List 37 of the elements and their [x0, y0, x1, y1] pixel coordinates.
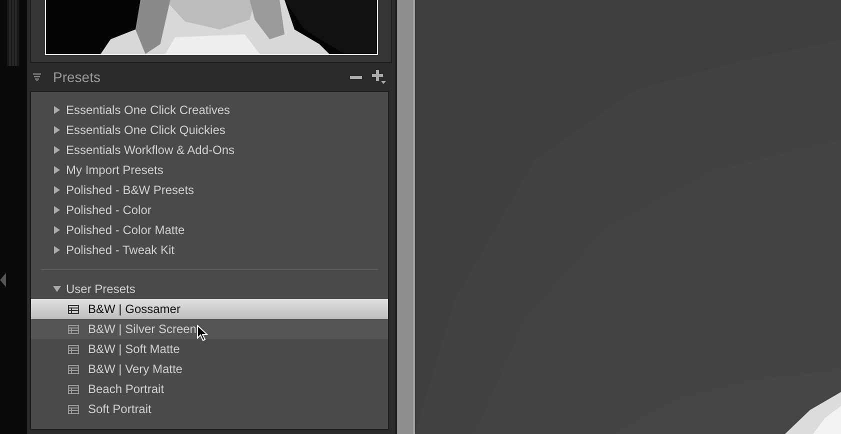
- preset-icon: [68, 364, 79, 374]
- preset-item[interactable]: B&W | Gossamer: [31, 299, 388, 319]
- collapsed-triangle-icon[interactable]: [53, 246, 61, 254]
- folder-name[interactable]: Essentials One Click Creatives: [66, 103, 230, 117]
- collapsed-triangle-icon[interactable]: [53, 106, 61, 114]
- collapsed-triangle-icon[interactable]: [53, 146, 61, 154]
- plus-icon[interactable]: [372, 70, 386, 84]
- preset-item[interactable]: B&W | Soft Matte: [31, 339, 388, 359]
- preset-item[interactable]: Beach Portrait: [31, 379, 388, 399]
- folder-name[interactable]: Polished - Color: [66, 203, 152, 217]
- collapsed-triangle-icon[interactable]: [53, 166, 61, 174]
- folder-name[interactable]: Polished - Tweak Kit: [66, 243, 174, 257]
- preset-item[interactable]: B&W | Silver Screen: [31, 319, 388, 339]
- preset-item[interactable]: B&W | Very Matte: [31, 359, 388, 379]
- folder-name[interactable]: Polished - Color Matte: [66, 223, 185, 237]
- folder-name[interactable]: My Import Presets: [66, 163, 164, 177]
- preset-icon: [68, 404, 79, 414]
- collapsed-triangle-icon[interactable]: [53, 206, 61, 214]
- collapse-arrow-icon[interactable]: [0, 273, 6, 287]
- filmstrip-handle-icon[interactable]: [6, 0, 18, 66]
- cursor-icon: [197, 325, 208, 342]
- minus-icon[interactable]: [350, 76, 362, 78]
- panel-title: Presets: [53, 69, 102, 85]
- folder-name[interactable]: User Presets: [66, 282, 136, 296]
- preset-icon: [68, 344, 79, 354]
- collapsed-triangle-icon[interactable]: [53, 226, 61, 234]
- collapsed-triangle-icon[interactable]: [53, 186, 61, 194]
- preset-icon: [68, 384, 79, 394]
- collapse-triangle-icon[interactable]: [33, 73, 42, 81]
- collapsed-triangle-icon[interactable]: [53, 126, 61, 134]
- folder-name[interactable]: Essentials Workflow & Add-Ons: [66, 143, 235, 157]
- preset-icon: [68, 304, 79, 314]
- preset-item[interactable]: Soft Portrait: [31, 399, 388, 419]
- preset-icon: [68, 324, 79, 334]
- expanded-triangle-icon[interactable]: [53, 285, 61, 293]
- folder-name[interactable]: Polished - B&W Presets: [66, 183, 194, 197]
- folder-name[interactable]: Essentials One Click Quickies: [66, 123, 226, 137]
